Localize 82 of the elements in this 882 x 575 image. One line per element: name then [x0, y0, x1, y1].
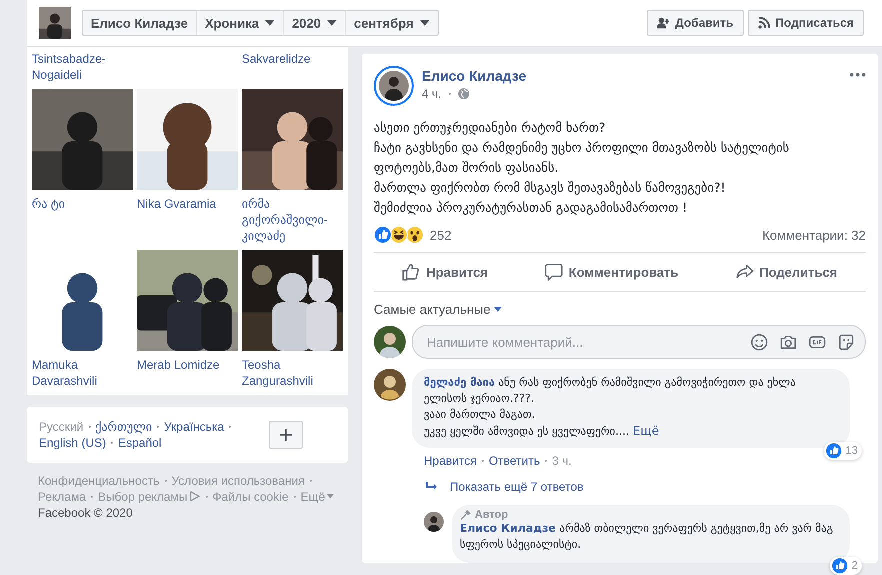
- separator-dot: [229, 426, 232, 428]
- language-link[interactable]: English (US): [39, 436, 106, 450]
- show-more-replies-link[interactable]: Показать ещё 7 ответов: [426, 480, 584, 494]
- comment-sort-dropdown[interactable]: Самые актуальные: [374, 302, 502, 317]
- author-name-link[interactable]: Елисо Киладзе: [422, 68, 527, 84]
- separator-dot: [164, 480, 167, 482]
- sticker-icon[interactable]: [838, 334, 855, 350]
- comment-text: მელაძე მაია ანუ რას ფიქრობენ რამიშვილი გამოვიჭირეთო და ეხლა ელისოს ჯერიაო.???. ვააი მართლა მაგათ. უკვე ყელში ამოვიდა ეს ყველაფერი.... Ещё: [424, 375, 797, 440]
- separator-dot: [91, 496, 94, 498]
- caret-icon[interactable]: [420, 20, 430, 26]
- comment-action-link[interactable]: Ответить: [488, 454, 540, 468]
- add-friend-button[interactable]: Добавить: [647, 10, 744, 36]
- user-avatar[interactable]: [374, 326, 406, 358]
- comment-count-link[interactable]: Комментарии: 32: [762, 228, 866, 242]
- follow-button[interactable]: Подписаться: [748, 10, 864, 36]
- separator-dot: [111, 442, 114, 444]
- separator-dot: [294, 496, 296, 498]
- separator-dot: [482, 460, 484, 462]
- author-label: Автор: [475, 509, 508, 521]
- comment-time: 3 ч.: [552, 454, 572, 468]
- separator-dot: [448, 93, 451, 95]
- friend-name-link[interactable]: Nika Gvaramia: [137, 196, 216, 212]
- post-text: ასეთი ერთუჯრედიანები რატომ ხართ? ჩატი გავხსენი და რამდენიმე უცხო პროფილი მთავაზობს სატელიტის ფოტოებს,მათ შორის ფასიანს. მართლა ფიქრობთ რომ მსგავს შეთავაზებას წამოვეგები?! შემიძლია პროკურატურასთან გადაგამისამართოთ !: [373, 119, 790, 217]
- share-action-button[interactable]: Поделиться: [728, 259, 846, 285]
- friend-name-link[interactable]: Merab Lomidze: [137, 357, 220, 373]
- reply-text: Елисо Киладзе არმაზ თბილელი ვერაფერს გეტყვით,მე არ ვარ მაგ სფეროს სპეციალისტი.: [460, 521, 834, 553]
- speech-bubble-icon[interactable]: [544, 263, 563, 281]
- caret-icon[interactable]: [327, 20, 338, 26]
- breadcrumb-dropdown[interactable]: 2020: [283, 11, 346, 35]
- profile-name-link[interactable]: Елисо Киладзе: [83, 11, 196, 35]
- author-avatar[interactable]: [424, 512, 444, 532]
- emoji-icon[interactable]: [751, 334, 768, 350]
- add-person-icon[interactable]: [657, 17, 670, 29]
- camera-icon[interactable]: [780, 334, 797, 350]
- see-more-link[interactable]: Ещё: [633, 424, 660, 438]
- separator-dot: [206, 496, 208, 498]
- ad-choices-icon[interactable]: [190, 491, 201, 502]
- comment-input-field[interactable]: Напишите комментарий...: [425, 334, 739, 350]
- separator-dot: [310, 480, 312, 482]
- language-link[interactable]: ქართული: [96, 420, 152, 434]
- like-action-button[interactable]: Нравится: [394, 259, 496, 285]
- post-time-link[interactable]: 4 ч.: [422, 87, 442, 101]
- profile-avatar[interactable]: [39, 7, 71, 39]
- friend-name-link[interactable]: რა ტი: [32, 196, 66, 212]
- caret-icon[interactable]: [494, 307, 502, 312]
- caret-icon[interactable]: [265, 20, 276, 26]
- like-reaction-icon[interactable]: [374, 226, 392, 244]
- separator-dot: [157, 426, 160, 428]
- breadcrumb-dropdown[interactable]: Хроника: [196, 11, 284, 35]
- gif-icon[interactable]: [809, 334, 826, 350]
- share-arrow-icon[interactable]: [736, 263, 754, 281]
- friend-name-link[interactable]: Sakvarelidze: [242, 51, 311, 67]
- feed-icon[interactable]: [758, 17, 771, 29]
- commenter-name-link[interactable]: მელაძე მაია: [424, 376, 496, 389]
- separator-dot: [545, 460, 548, 462]
- thumbs-up-icon[interactable]: [402, 263, 420, 281]
- comment-composer[interactable]: Напишите комментарий...: [412, 325, 866, 359]
- plus-icon[interactable]: [280, 429, 292, 441]
- copyright-text: Facebook © 2020: [38, 505, 134, 521]
- reply-author-link[interactable]: Елисо Киладзе: [460, 522, 556, 535]
- reaction-count[interactable]: 252: [430, 228, 452, 242]
- microphone-icon: [460, 510, 471, 520]
- friend-name-link[interactable]: Tsintsabadze-Nogaideli: [32, 51, 133, 83]
- comment-action-button[interactable]: Комментировать: [536, 259, 687, 285]
- more-options-icon[interactable]: [850, 73, 866, 77]
- like-reaction-icon[interactable]: [832, 558, 848, 574]
- reply-arrow-icon[interactable]: [426, 482, 438, 492]
- surprised-emoji-icon[interactable]: [406, 226, 424, 244]
- globe-icon: [458, 88, 470, 100]
- comment-action-link[interactable]: Нравится: [424, 454, 477, 468]
- separator-dot: [88, 426, 91, 428]
- friend-name-link[interactable]: ირმა გიქორაშვილი-კილაძე: [242, 196, 343, 244]
- author-avatar[interactable]: [374, 66, 414, 106]
- friend-name-link[interactable]: Teosha Zangurashvili: [242, 357, 343, 389]
- breadcrumb-dropdown[interactable]: сентября: [345, 11, 438, 35]
- friend-name-link[interactable]: Mamuka Davarashvili: [32, 357, 133, 389]
- language-link[interactable]: Українська: [164, 420, 224, 434]
- add-language-button[interactable]: [269, 421, 303, 449]
- laughing-emoji-icon[interactable]: [390, 226, 408, 244]
- commenter-avatar[interactable]: [374, 369, 406, 401]
- like-reaction-icon[interactable]: [826, 443, 842, 459]
- language-link[interactable]: Español: [118, 436, 162, 450]
